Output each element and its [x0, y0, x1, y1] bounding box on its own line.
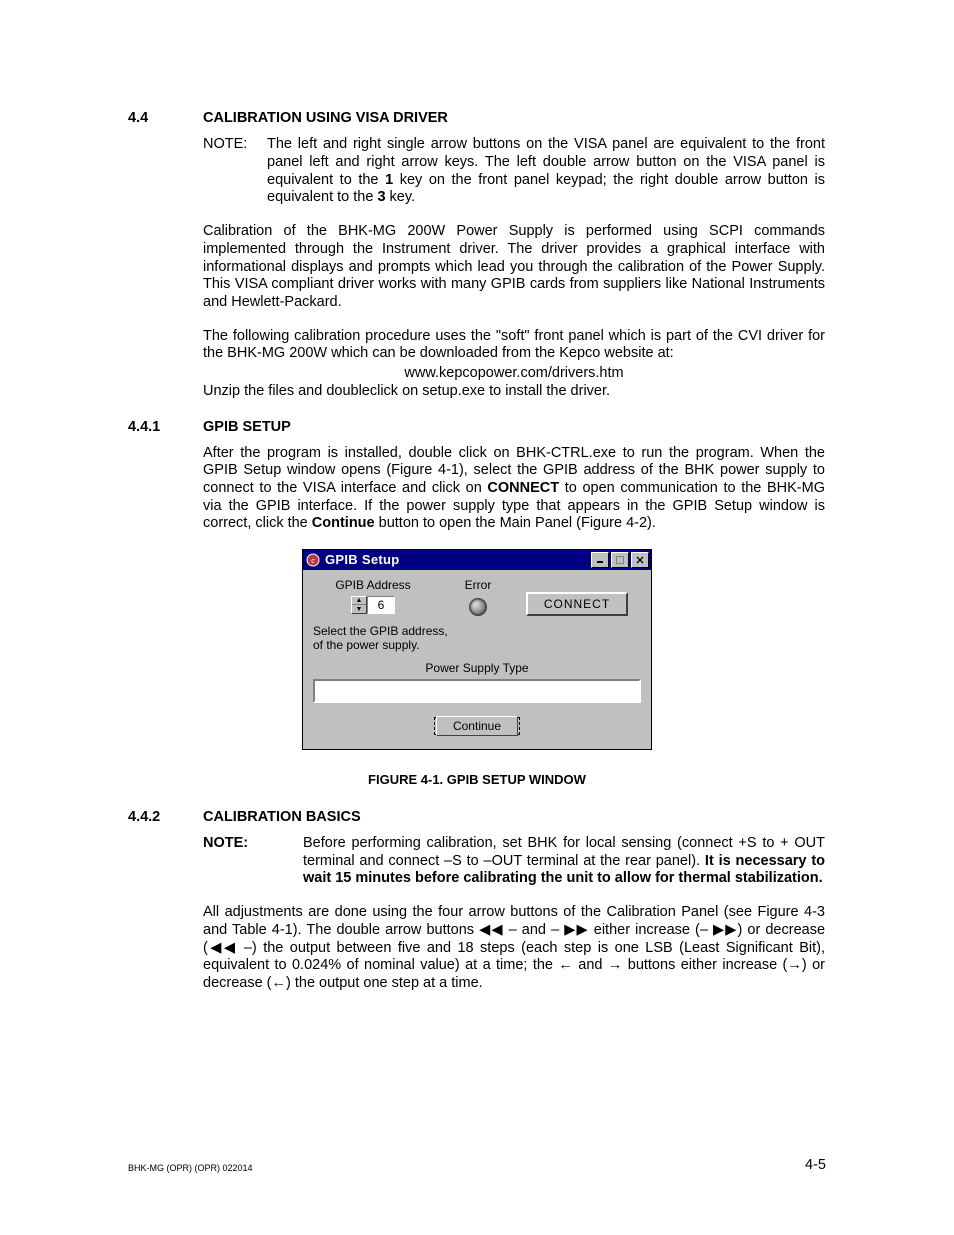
gpib-address-spinner[interactable]: ▲ ▼ 6 — [351, 596, 395, 614]
paragraph: The following calibration procedure uses… — [203, 328, 825, 363]
window-controls — [589, 552, 649, 568]
note-block: NOTE: The left and right single arrow bu… — [203, 136, 825, 207]
continue-button-focus: Continue — [434, 717, 520, 735]
footer-left-text: BHK-MG (OPR) (OPR) 022014 — [128, 1163, 253, 1173]
paragraph: After the program is installed, double c… — [203, 445, 825, 533]
paragraph: Calibration of the BHK-MG 200W Power Sup… — [203, 223, 825, 311]
dialog-top-row: GPIB Address ▲ ▼ 6 Error — [313, 578, 641, 622]
continue-button-wrap: Continue — [313, 717, 641, 735]
section-title: CALIBRATION USING VISA DRIVER — [203, 110, 448, 126]
single-left-arrow-icon: ← — [558, 957, 573, 973]
close-button[interactable] — [631, 552, 649, 568]
section-4-4-body: NOTE: The left and right single arrow bu… — [203, 136, 825, 383]
section-number: 4.4 — [128, 110, 203, 126]
error-column: Error — [443, 578, 513, 622]
paragraph: Unzip the files and doubleclick on setup… — [203, 383, 826, 401]
gpib-address-column: GPIB Address ▲ ▼ 6 — [313, 578, 433, 618]
app-icon: c — [305, 552, 321, 568]
page-number: 4-5 — [805, 1157, 826, 1173]
figure-gpib-setup: c GPIB Setup GPIB Address ▲ — [302, 549, 652, 750]
connect-button[interactable]: CONNECT — [526, 592, 628, 616]
spinner-down-icon[interactable]: ▼ — [352, 605, 366, 613]
section-4-4-2-body: NOTE: Before performing calibration, set… — [203, 835, 825, 993]
section-title: GPIB SETUP — [203, 419, 291, 435]
select-address-text: Select the GPIB address, of the power su… — [313, 624, 641, 653]
dialog-titlebar: c GPIB Setup — [303, 550, 651, 570]
section-4-4-1-header: 4.4.1 GPIB SETUP — [128, 419, 826, 435]
dialog-title: GPIB Setup — [325, 552, 589, 567]
paragraph: All adjustments are done using the four … — [203, 904, 825, 992]
spinner-up-icon[interactable]: ▲ — [352, 597, 366, 606]
section-number: 4.4.2 — [128, 809, 203, 825]
double-right-arrow-icon: ▶▶ — [564, 922, 588, 938]
error-label: Error — [443, 578, 513, 592]
section-4-4-2-header: 4.4.2 CALIBRATION BASICS — [128, 809, 826, 825]
note-text: The left and right single arrow buttons … — [267, 136, 825, 207]
section-number: 4.4.1 — [128, 419, 203, 435]
svg-text:c: c — [311, 556, 315, 565]
power-supply-type-label: Power Supply Type — [313, 661, 641, 675]
spinner-arrows[interactable]: ▲ ▼ — [351, 596, 367, 614]
error-led-icon — [469, 598, 487, 616]
power-supply-type-field[interactable] — [313, 679, 641, 703]
maximize-button[interactable] — [611, 552, 629, 568]
minimize-button[interactable] — [591, 552, 609, 568]
double-left-arrow-icon: ◀◀ — [208, 940, 238, 956]
note-label: NOTE: — [203, 835, 303, 888]
section-4-4-1-body: After the program is installed, double c… — [203, 445, 825, 533]
single-right-arrow-icon: → — [787, 957, 802, 973]
gpib-address-label: GPIB Address — [313, 578, 433, 592]
section-4-4-header: 4.4 CALIBRATION USING VISA DRIVER — [128, 110, 826, 126]
page-footer: BHK-MG (OPR) (OPR) 022014 4-5 — [128, 1157, 826, 1173]
double-left-arrow-icon: ◀◀ — [479, 922, 503, 938]
gpib-setup-dialog: c GPIB Setup GPIB Address ▲ — [302, 549, 652, 750]
dialog-body: GPIB Address ▲ ▼ 6 Error — [303, 570, 651, 749]
connect-column: CONNECT — [513, 578, 641, 616]
section-title: CALIBRATION BASICS — [203, 809, 361, 825]
note-text: Before performing calibration, set BHK f… — [303, 835, 825, 888]
document-page: 4.4 CALIBRATION USING VISA DRIVER NOTE: … — [0, 0, 954, 1235]
double-right-arrow-icon: ▶▶ — [713, 922, 737, 938]
note-label: NOTE: — [203, 136, 267, 207]
continue-button[interactable]: Continue — [436, 716, 518, 736]
figure-caption: FIGURE 4-1. GPIB SETUP WINDOW — [128, 772, 826, 787]
url-line: www.kepcopower.com/drivers.htm — [203, 365, 825, 383]
note-block: NOTE: Before performing calibration, set… — [203, 835, 825, 888]
single-left-arrow-icon: ← — [272, 975, 287, 991]
gpib-address-value[interactable]: 6 — [367, 596, 395, 614]
single-right-arrow-icon: → — [608, 957, 623, 973]
